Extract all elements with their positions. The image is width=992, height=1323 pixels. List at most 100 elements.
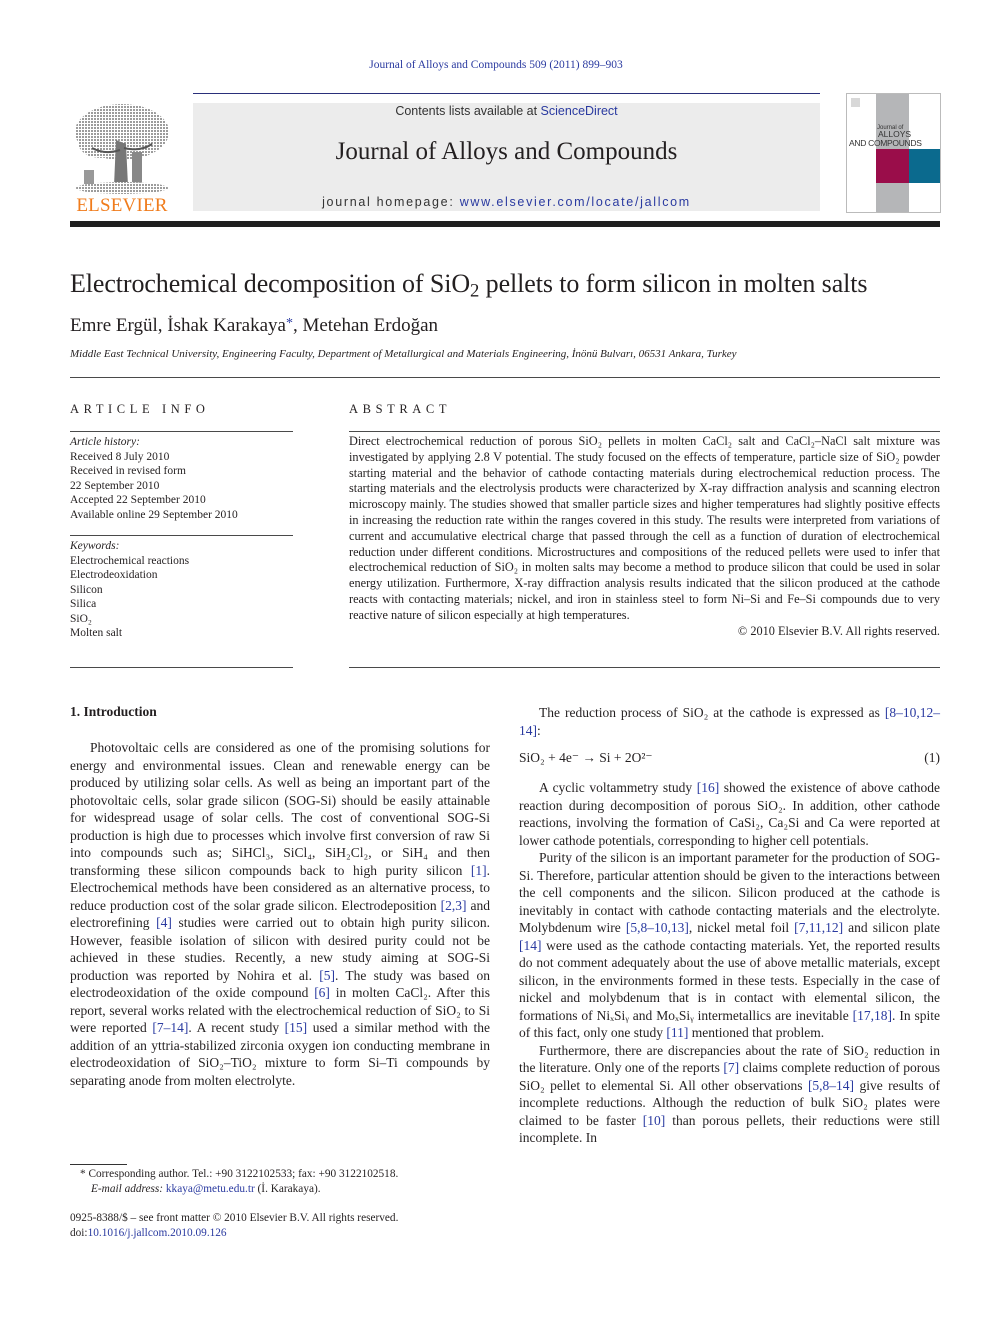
- homepage-prefix: journal homepage:: [322, 195, 460, 209]
- journal-homepage: journal homepage: www.elsevier.com/locat…: [193, 195, 820, 209]
- article-history: Article history: Received 8 July 2010 Re…: [70, 435, 293, 522]
- text-run: Photovoltaic cells are considered as one…: [70, 740, 490, 878]
- affiliation: Middle East Technical University, Engine…: [70, 348, 737, 360]
- footnote: * Corresponding author. Tel.: +90 312210…: [70, 1167, 398, 1197]
- equation-body: SiO₂ + 4e⁻ → Si + 2O²⁻: [519, 750, 653, 765]
- cover-title-line2: AND COMPOUNDS: [849, 138, 922, 148]
- citation-link[interactable]: [5,8–14]: [808, 1078, 854, 1093]
- keyword: Silica: [70, 598, 97, 610]
- citation-link[interactable]: [7]: [723, 1060, 739, 1075]
- author-list: Emre Ergül, İshak Karakaya*, Metehan Erd…: [70, 315, 438, 337]
- doi-line: doi:10.1016/j.jallcom.2010.09.126: [70, 1226, 398, 1241]
- cover-title-line1: ALLOYS: [878, 129, 912, 139]
- email-line: E-mail address: kkaya@metu.edu.tr (İ. Ka…: [70, 1182, 398, 1197]
- body-column-left: Photovoltaic cells are considered as one…: [70, 739, 490, 1089]
- keywords: Keywords: Electrochemical reactions Elec…: [70, 539, 293, 641]
- text-run: A cyclic voltammetry study: [539, 780, 697, 795]
- keyword: SiO₂: [70, 612, 92, 625]
- keyword: Molten salt: [70, 627, 123, 639]
- citation-link[interactable]: [6]: [314, 985, 330, 1000]
- text-run: and silicon plate: [843, 920, 940, 935]
- journal-title: Journal of Alloys and Compounds: [335, 138, 678, 165]
- history-item: Available online 29 September 2010: [70, 508, 238, 521]
- paragraph: Furthermore, there are discrepancies abo…: [519, 1042, 940, 1147]
- email-label: E-mail address:: [91, 1183, 166, 1195]
- divider: [349, 431, 940, 432]
- text-run: . A recent study: [188, 1020, 285, 1035]
- author: İshak Karakaya: [167, 315, 286, 336]
- text-run: The reduction process of SiO₂ at the cat…: [539, 705, 885, 720]
- paragraph: A cyclic voltammetry study [16] showed t…: [519, 779, 940, 849]
- abstract-text: Direct electrochemical reduction of poro…: [349, 434, 940, 622]
- body-column-right-cont: A cyclic voltammetry study [16] showed t…: [519, 779, 940, 1147]
- journal-cover-thumbnail[interactable]: Journal of ALLOYS AND COMPOUNDS: [846, 93, 941, 213]
- author: Metehan Erdoğan: [302, 315, 439, 336]
- citation-link[interactable]: [1]: [471, 863, 487, 878]
- body-column-right: The reduction process of SiO₂ at the cat…: [519, 704, 940, 739]
- abstract-heading: ABSTRACT: [349, 402, 452, 416]
- text-run: mentioned that problem.: [688, 1025, 825, 1040]
- text-run: , nickel metal foil: [688, 920, 795, 935]
- email-link[interactable]: kkaya@metu.edu.tr: [166, 1183, 255, 1195]
- header-thick-rule: [70, 221, 940, 227]
- contents-line: Contents lists available at ScienceDirec…: [193, 104, 820, 118]
- article-title: Electrochemical decomposition of SiO2 pe…: [70, 269, 868, 302]
- tree-icon: [75, 104, 169, 194]
- citation-link[interactable]: [14]: [519, 938, 542, 953]
- author-separator: ,: [157, 315, 168, 336]
- citation-link[interactable]: [5,8–10,13]: [626, 920, 689, 935]
- divider: [70, 377, 940, 378]
- running-head[interactable]: Journal of Alloys and Compounds 509 (201…: [0, 59, 992, 71]
- footnote-rule: [70, 1164, 127, 1165]
- citation-link[interactable]: [4]: [156, 915, 172, 930]
- citation-link[interactable]: [16]: [697, 780, 720, 795]
- homepage-link[interactable]: www.elsevier.com/locate/jallcom: [460, 195, 691, 209]
- paragraph: Photovoltaic cells are considered as one…: [70, 739, 490, 1089]
- text-run: :: [537, 722, 541, 738]
- paragraph: Purity of the silicon is an important pa…: [519, 849, 940, 1042]
- keyword: Silicon: [70, 583, 103, 596]
- issn-line: 0925-8388/$ – see front matter © 2010 El…: [70, 1212, 399, 1224]
- author: Emre Ergül: [70, 315, 158, 336]
- keyword: Electrochemical reactions: [70, 554, 190, 567]
- paragraph: The reduction process of SiO₂ at the cat…: [519, 704, 940, 739]
- email-suffix: (İ. Karakaya).: [254, 1183, 321, 1195]
- divider: [349, 667, 940, 668]
- history-item: Received in revised form: [70, 465, 186, 477]
- equation-1: SiO₂ + 4e⁻ → Si + 2O²⁻ (1): [519, 750, 940, 766]
- doi-prefix: doi:: [70, 1227, 88, 1239]
- contents-prefix: Contents lists available at: [395, 104, 541, 118]
- citation-link[interactable]: [17,18]: [853, 1008, 892, 1023]
- title-part: Electrochemical decomposition of SiO: [70, 269, 471, 298]
- corresponding-author-marker[interactable]: *: [286, 316, 293, 331]
- equation-number: (1): [924, 750, 940, 765]
- cover-blue-block: [909, 149, 940, 183]
- divider: [70, 535, 293, 536]
- keywords-label: Keywords:: [70, 540, 120, 552]
- title-part: pellets to form silicon in molten salts: [479, 269, 868, 298]
- article-info-heading: ARTICLE INFO: [70, 402, 210, 416]
- citation-link[interactable]: [15]: [285, 1020, 308, 1035]
- title-subscript: 2: [470, 280, 480, 302]
- divider: [70, 431, 293, 432]
- citation-link[interactable]: [5]: [319, 968, 335, 983]
- cover-publisher-emblem: [851, 98, 860, 107]
- header-rule: [193, 93, 820, 94]
- abstract-copyright: © 2010 Elsevier B.V. All rights reserved…: [737, 623, 940, 638]
- history-label: Article history:: [70, 436, 140, 448]
- issn-block: 0925-8388/$ – see front matter © 2010 El…: [70, 1211, 398, 1241]
- elsevier-logo-text: ELSEVIER: [76, 195, 168, 216]
- citation-link[interactable]: [2,3]: [441, 898, 467, 913]
- keyword: Electrodeoxidation: [70, 569, 158, 581]
- citation-link[interactable]: [7–14]: [152, 1020, 188, 1035]
- citation-link[interactable]: [10]: [643, 1113, 666, 1128]
- history-item: Received 8 July 2010: [70, 450, 170, 463]
- sciencedirect-link[interactable]: ScienceDirect: [541, 104, 618, 118]
- citation-link[interactable]: [7,11,12]: [794, 920, 843, 935]
- history-item: 22 September 2010: [70, 479, 160, 492]
- history-item: Accepted 22 September 2010: [70, 494, 206, 506]
- section-heading-introduction: 1. Introduction: [70, 704, 157, 719]
- abstract-body: Direct electrochemical reduction of poro…: [349, 434, 940, 639]
- citation-link[interactable]: [11]: [666, 1025, 688, 1040]
- doi-link[interactable]: 10.1016/j.jallcom.2010.09.126: [88, 1227, 227, 1239]
